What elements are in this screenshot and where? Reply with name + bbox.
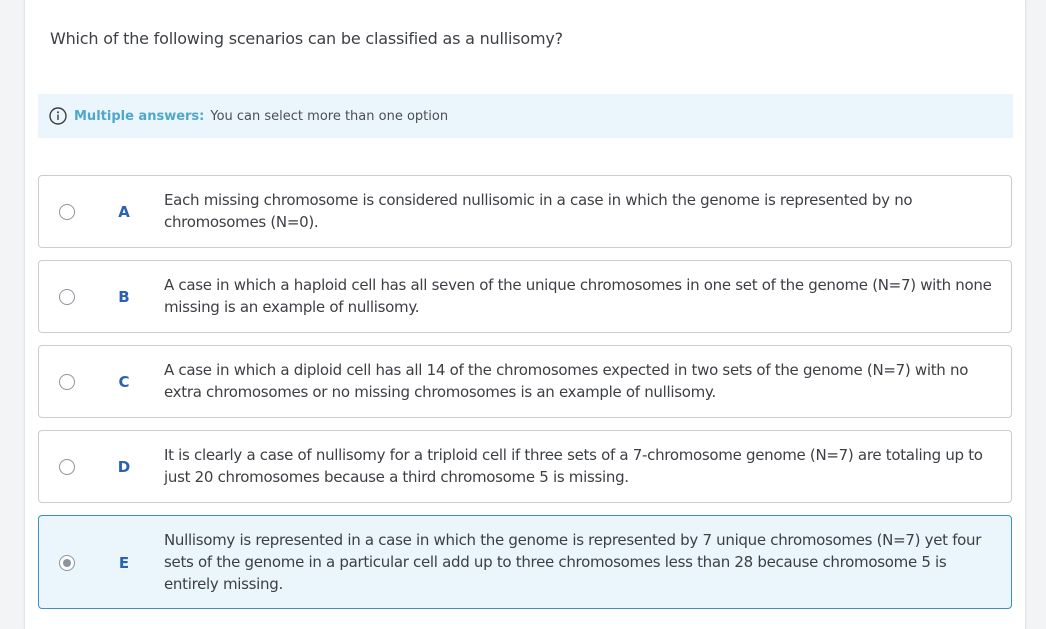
answer-option-b[interactable]: B A case in which a haploid cell has all… [38,260,1012,333]
option-text-d: It is clearly a case of nullisomy for a … [164,446,983,486]
option-text-a: Each missing chromosome is considered nu… [164,191,913,231]
answer-option-c[interactable]: C A case in which a diploid cell has all… [38,345,1012,418]
answer-option-d[interactable]: D It is clearly a case of nullisomy for … [38,430,1012,503]
option-letter-e: E [118,554,130,572]
option-text-e: Nullisomy is represented in a case in wh… [164,531,982,593]
radio-button-c[interactable] [59,374,75,390]
radio-button-a[interactable] [59,204,75,220]
answer-option-e[interactable]: E Nullisomy is represented in a case in … [38,515,1012,609]
info-label: Multiple answers: [74,108,205,124]
option-text-c: A case in which a diploid cell has all 1… [164,361,969,401]
info-text: You can select more than one option [210,108,449,124]
option-letter-a: A [118,203,130,221]
option-text-b: A case in which a haploid cell has all s… [164,276,992,316]
info-banner: Multiple answers: You can select more th… [38,94,1013,138]
radio-button-d[interactable] [59,459,75,475]
option-letter-d: D [117,458,131,476]
option-letter-c: C [118,373,130,391]
question-text: Which of the following scenarios can be … [50,29,563,48]
answer-option-a[interactable]: A Each missing chromosome is considered … [38,175,1012,248]
radio-button-b[interactable] [59,289,75,305]
question-card: Which of the following scenarios can be … [24,0,1026,629]
radio-selected-dot [63,559,71,567]
info-icon [49,107,67,125]
radio-button-e[interactable] [59,555,75,571]
option-letter-b: B [118,288,130,306]
